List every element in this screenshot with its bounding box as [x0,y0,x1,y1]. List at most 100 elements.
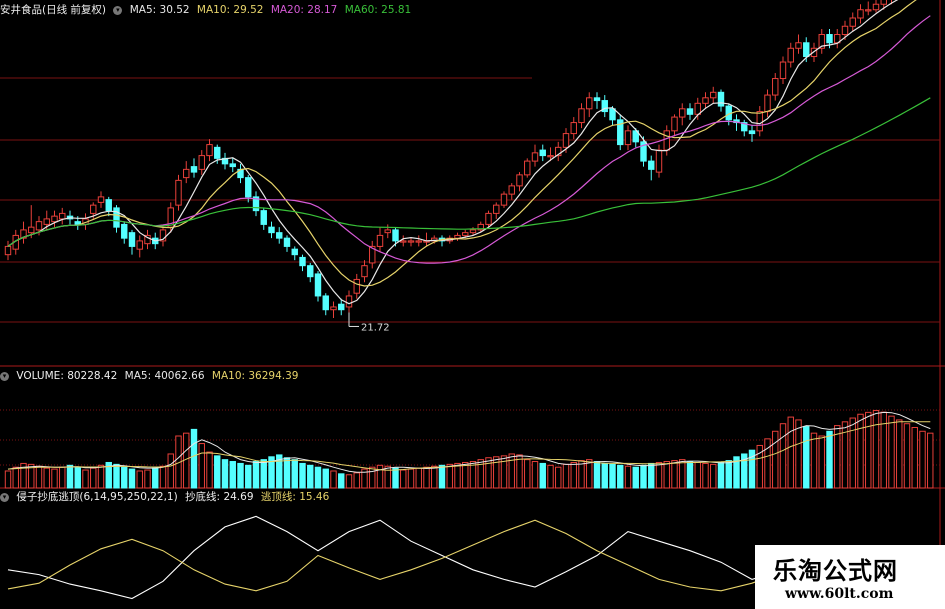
watermark-url: www.60lt.com [785,586,894,602]
candle-body [314,273,322,297]
candle-body [384,229,391,234]
volume-bar [431,465,438,489]
candle-body [772,78,779,96]
candle-body [175,179,182,206]
ma60-line [7,97,931,247]
volume-bar [640,464,647,489]
volume-bar [74,466,81,489]
volume-bar [400,469,407,489]
volume-bar [245,464,252,489]
candle-body [710,91,717,99]
volume-bar [787,416,794,489]
ma10-legend: MA10: 29.52 [196,4,264,16]
volume-bar [353,472,360,489]
candle-body [90,204,97,214]
candle-body [841,25,849,36]
candle-body [671,116,678,132]
candle-body [702,97,709,104]
stock-chart: 21.72 [0,0,945,609]
volume-bar [865,411,872,489]
candle-body [849,17,856,27]
indicator-title: 侵子抄底逃顶(6,14,95,250,22,1) [16,491,178,503]
volume-bar [407,468,415,489]
volume-bar [198,443,205,489]
volume-bar [330,470,337,489]
candle-body [4,245,12,256]
candle-body [361,265,368,278]
volume-header: ▾ VOLUME: 80228.42 MA5: 40062.66 MA10: 3… [0,369,302,383]
candle-body [245,177,252,198]
volume-bar [299,462,306,489]
volume-bar [795,419,802,489]
candle-body [51,215,58,223]
volume-bar [12,466,19,489]
volume-bar [826,430,833,489]
candle-body [415,240,422,243]
watermark-title: 乐淘公式网 [773,557,898,585]
volume-bar [609,463,616,489]
candle-body [531,152,539,162]
candle-body [648,160,655,170]
candle-body [260,210,267,225]
watermark-logo: 乐淘公式网 www.60lt.com [755,545,945,609]
volume-bar [190,428,198,489]
volume-bar [562,463,570,489]
volume-bar [314,466,322,489]
volume-bar [229,461,236,489]
volume-bar [291,459,298,489]
candle-body [121,223,128,239]
candle-body [307,265,314,278]
volume-bar [896,419,903,489]
volume-bar [59,466,66,489]
volume-bar [578,460,585,489]
volume-bar [493,456,500,489]
volume-bar [167,453,174,489]
candle-body [183,168,190,179]
candle-body [322,295,329,311]
volume-bar [617,464,624,489]
candle-body [376,234,384,247]
candle-body [128,232,136,247]
ma20-legend: MA20: 28.17 [270,4,338,16]
candle-body [500,193,508,206]
volume-bar [113,463,120,489]
volume-bar [725,460,732,489]
volume-bar [655,461,663,489]
candle-body [330,306,337,311]
volume-bar [369,466,376,489]
volume-bar [911,426,918,489]
candle-body [679,108,686,118]
volume-bar [206,451,213,489]
candle-body [485,212,492,225]
candle-body [880,0,887,5]
volume-bar [66,464,74,489]
candle-body [43,218,50,225]
volume-bar [97,464,105,489]
collapse-icon[interactable]: ▾ [0,492,9,502]
candle-body [764,94,771,113]
volume-bar [570,461,577,489]
stock-title: 安井食品(日线 前复权) [0,4,107,16]
volume-bar [136,470,143,489]
candle-body [795,42,802,49]
volume-bar [221,459,229,489]
volume-bar [283,457,291,489]
candle-body [136,240,143,250]
candle-body [206,144,213,157]
volume-bar [237,462,244,489]
candle-body [97,196,105,203]
volume-bar [679,459,686,489]
collapse-icon[interactable]: ▾ [113,5,123,15]
vol-ma5-legend: MA5: 40062.66 [124,370,205,382]
volume-bar [810,432,818,489]
volume-bar [415,467,422,489]
ma5-legend: MA5: 30.52 [129,4,190,16]
candle-body [578,108,585,124]
volume-bar [547,464,554,489]
candle-body [547,155,554,158]
candle-body [609,108,616,121]
volume-bar [214,455,221,489]
collapse-icon[interactable]: ▾ [0,371,9,381]
volume-bar [919,430,926,489]
sell-line-legend: 逃顶线: 15.46 [260,491,330,503]
